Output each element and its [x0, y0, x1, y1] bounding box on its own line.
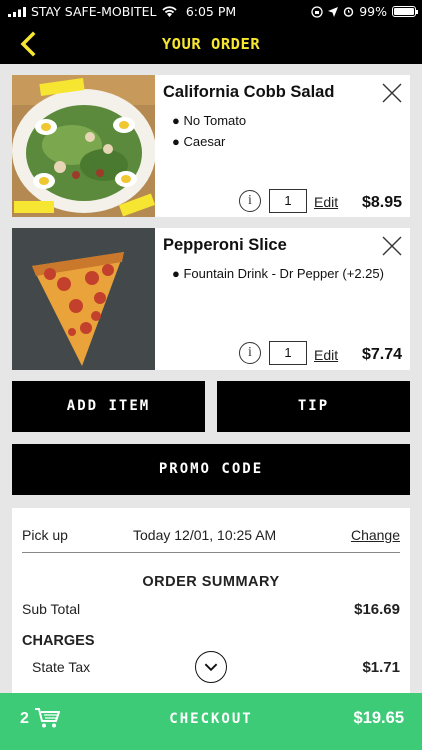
- subtotal-value: $16.69: [354, 601, 400, 618]
- item-price: $7.74: [361, 346, 402, 363]
- info-icon[interactable]: i: [239, 190, 261, 212]
- state-tax-label: State Tax: [32, 659, 91, 675]
- cart-item: California Cobb Salad ● No Tomato ● Caes…: [12, 75, 410, 217]
- item-option: ● Caesar: [172, 134, 226, 149]
- checkout-bar[interactable]: 2 CHECKOUT $19.65: [0, 693, 422, 750]
- status-bar: STAY SAFE-MOBITEL 6:05 PM 99%: [0, 0, 422, 24]
- charges-label: CHARGES: [22, 633, 95, 649]
- subtotal-label: Sub Total: [22, 601, 81, 617]
- quantity-field[interactable]: 1: [269, 189, 307, 213]
- info-icon[interactable]: i: [239, 342, 261, 364]
- tip-button[interactable]: TIP: [217, 381, 410, 432]
- checkout-total: $19.65: [353, 709, 404, 727]
- item-price: $8.95: [361, 194, 402, 211]
- divider: [22, 552, 400, 553]
- lock-rotation-icon: [311, 5, 323, 18]
- item-option: ● Fountain Drink - Dr Pepper (+2.25): [172, 266, 384, 281]
- add-item-button[interactable]: ADD ITEM: [12, 381, 205, 432]
- pickup-label: Pick up: [22, 527, 68, 543]
- promo-code-button[interactable]: PROMO CODE: [12, 444, 410, 495]
- item-name: California Cobb Salad: [163, 83, 335, 101]
- battery-percent: 99%: [359, 4, 387, 19]
- close-icon[interactable]: [382, 236, 402, 256]
- page-title: YOUR ORDER: [161, 35, 261, 53]
- battery-icon: [392, 6, 418, 17]
- location-icon: [328, 6, 339, 17]
- item-name: Pepperoni Slice: [163, 236, 287, 254]
- item-option: ● No Tomato: [172, 113, 247, 128]
- close-icon[interactable]: [382, 83, 402, 103]
- salad-photo: [12, 75, 155, 217]
- state-tax-value: $1.71: [362, 659, 400, 676]
- cart-item: Pepperoni Slice ● Fountain Drink - Dr Pe…: [12, 228, 410, 370]
- quantity-field[interactable]: 1: [269, 341, 307, 365]
- edit-item-link[interactable]: Edit: [314, 347, 338, 363]
- change-pickup-link[interactable]: Change: [351, 527, 400, 543]
- pickup-time: Today 12/01, 10:25 AM: [133, 527, 277, 543]
- header: YOUR ORDER: [0, 24, 422, 64]
- alarm-icon: [344, 7, 354, 17]
- pizza-photo: [12, 228, 155, 370]
- order-summary-title: ORDER SUMMARY: [142, 574, 280, 590]
- order-summary-panel: Pick up Today 12/01, 10:25 AM Change ORD…: [12, 508, 410, 708]
- chevron-down-icon[interactable]: [195, 651, 227, 683]
- edit-item-link[interactable]: Edit: [314, 194, 338, 210]
